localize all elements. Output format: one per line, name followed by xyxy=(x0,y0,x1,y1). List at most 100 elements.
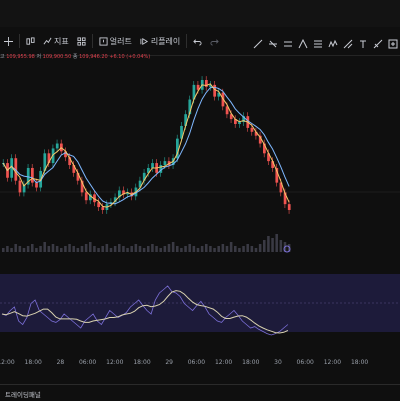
volume-bar xyxy=(159,248,162,252)
volume-bar xyxy=(225,246,229,252)
horizontal-line-icon[interactable] xyxy=(268,34,278,48)
volume-bar xyxy=(122,246,125,252)
redo-icon[interactable] xyxy=(206,37,223,46)
volume-bar xyxy=(22,248,26,252)
volume-bar xyxy=(101,246,104,252)
channel-icon[interactable] xyxy=(283,34,293,47)
pattern-icon[interactable] xyxy=(328,34,338,48)
volume-bar xyxy=(184,246,187,252)
volume-bar xyxy=(43,242,46,252)
candle-body xyxy=(84,192,88,201)
price-chart[interactable] xyxy=(0,60,400,355)
volume-bar xyxy=(196,248,200,252)
time-axis-label: 12:00 xyxy=(0,359,15,366)
time-axis-label: 18:00 xyxy=(242,359,260,366)
volume-bar xyxy=(6,246,9,252)
volume-bar xyxy=(60,248,63,252)
candle-body xyxy=(55,143,59,149)
volume-bar xyxy=(68,244,71,252)
volume-bar xyxy=(80,246,84,252)
volume-bar xyxy=(72,246,75,252)
time-axis-label: 12:00 xyxy=(214,359,233,366)
volume-bar xyxy=(138,246,142,252)
volume-bar xyxy=(64,246,67,252)
candle-body xyxy=(101,207,105,210)
volume-bar xyxy=(2,248,5,252)
volume-bar xyxy=(238,248,241,252)
indicators-label: 지표 xyxy=(54,36,69,46)
pitchfork-icon[interactable] xyxy=(298,34,308,49)
volume-bar xyxy=(51,244,55,252)
candles-icon[interactable] xyxy=(22,36,39,46)
time-axis-label: 12:00 xyxy=(323,359,342,366)
volume-bar xyxy=(234,246,237,252)
volume-bar xyxy=(209,246,212,252)
volume-bar xyxy=(279,240,283,252)
volume-bar xyxy=(217,246,220,252)
time-axis-label: 06:00 xyxy=(296,359,314,366)
replay-icon xyxy=(140,37,148,45)
volume-bar xyxy=(171,242,175,252)
time-axis-label: 12:00 xyxy=(106,359,124,366)
volume-bar xyxy=(242,246,245,252)
volume-bar xyxy=(250,246,254,252)
candle-body xyxy=(31,167,34,183)
time-axis: 12:00 18:00 28 06:00 12:00 18:00 29 06:00 12:00 1… xyxy=(0,355,400,369)
volume-bar xyxy=(47,246,51,252)
trading-panel-label[interactable]: 트레이딩패널 xyxy=(5,389,41,399)
volume-bar xyxy=(93,246,96,252)
volume-bar xyxy=(176,246,179,252)
replay-button[interactable]: 리플레이 xyxy=(136,36,184,47)
trend-line-icon[interactable] xyxy=(253,34,263,49)
candle-body xyxy=(163,161,167,166)
crosshair-icon[interactable] xyxy=(0,36,17,46)
volume-bar xyxy=(35,248,38,252)
alert-label: 얼러트 xyxy=(109,36,132,46)
volume-bar xyxy=(246,244,249,252)
volume-bar xyxy=(109,248,113,252)
candle-body xyxy=(238,122,241,124)
volume-bar xyxy=(263,240,266,252)
indicators-button[interactable]: 지표 xyxy=(39,36,73,47)
volume-bar xyxy=(97,248,100,252)
volume-bar xyxy=(113,246,117,252)
alert-icon xyxy=(99,36,108,46)
time-axis-label: 28 xyxy=(56,359,65,366)
volume-bar xyxy=(163,246,167,252)
volume-bar xyxy=(151,244,154,252)
undo-icon[interactable] xyxy=(189,37,206,46)
ohlc-legend: 고 109,955.98 저 109,900.50 종 109,946.20 +… xyxy=(0,53,150,60)
measure-icon[interactable] xyxy=(373,34,383,49)
volume-bar xyxy=(18,246,22,252)
time-axis-label: 18:00 xyxy=(24,359,42,366)
trading-panel-bar: 트레이딩패널 xyxy=(0,384,400,401)
volume-bar xyxy=(167,244,171,252)
fib-icon[interactable] xyxy=(313,34,323,48)
projection-icon[interactable] xyxy=(343,34,353,49)
volume-bar xyxy=(14,244,17,252)
candle-body xyxy=(213,84,217,97)
text-icon[interactable] xyxy=(358,34,368,48)
drawing-tools xyxy=(253,34,398,49)
top-bar xyxy=(0,0,400,27)
volume-bar xyxy=(39,246,42,252)
volume-bar xyxy=(10,248,13,252)
candle-body xyxy=(35,182,38,188)
volume-bar xyxy=(118,244,121,252)
volume-bar xyxy=(147,246,150,252)
zoom-icon[interactable] xyxy=(388,34,398,49)
volume-bar xyxy=(254,248,258,252)
volume-bar xyxy=(275,234,278,252)
time-axis-label: 29 xyxy=(165,359,174,366)
candle-body xyxy=(250,127,254,132)
volume-bar xyxy=(229,242,233,252)
volume-bar xyxy=(142,248,146,252)
alert-button[interactable]: 얼러트 xyxy=(95,36,136,47)
volume-bar xyxy=(130,246,133,252)
templates-icon[interactable] xyxy=(73,36,90,46)
toolbar-divider xyxy=(19,34,20,48)
volume-bar xyxy=(205,244,208,252)
time-axis-label: 18:00 xyxy=(133,359,151,366)
time-axis-label: 18:00 xyxy=(350,359,369,366)
volume-bar xyxy=(55,246,59,252)
